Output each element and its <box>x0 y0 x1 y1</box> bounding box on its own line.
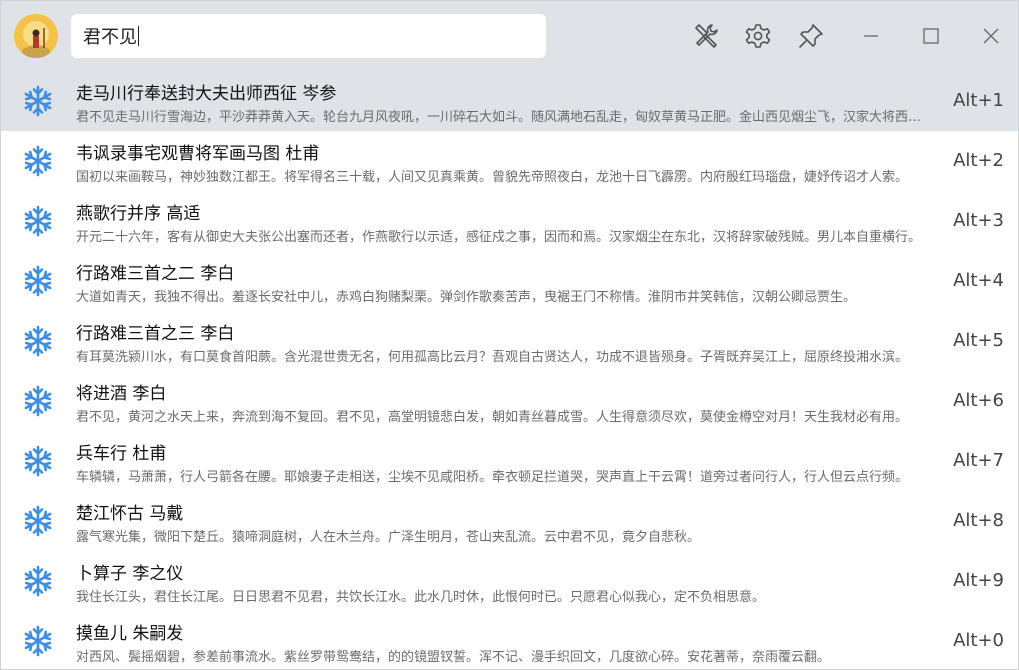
shortcut-label: Alt+2 <box>953 150 1004 171</box>
shortcut-label: Alt+8 <box>953 510 1004 531</box>
header-bar: 君不见 <box>1 1 1018 71</box>
snowflake-icon <box>24 385 52 417</box>
settings-button[interactable] <box>742 20 774 52</box>
poem-title: 行路难三首之三 李白 <box>76 324 235 344</box>
avatar-image <box>14 14 58 58</box>
close-icon <box>983 28 999 44</box>
tools-button[interactable] <box>690 20 722 52</box>
poem-excerpt: 国初以来画鞍马，神妙独数江都王。将军得名三十载，人间又见真乘黄。曾貌先帝照夜白，… <box>76 170 909 185</box>
shortcut-label: Alt+5 <box>953 330 1004 351</box>
poem-excerpt: 露气寒光集，微阳下楚丘。猿啼洞庭树，人在木兰舟。广泽生明月，苍山夹乱流。云中君不… <box>76 530 701 545</box>
poem-title: 摸鱼儿 朱嗣发 <box>76 624 184 644</box>
close-button[interactable] <box>975 20 1007 52</box>
snowflake-icon <box>24 505 52 537</box>
maximize-icon <box>923 28 939 44</box>
shortcut-label: Alt+1 <box>953 90 1004 111</box>
poem-title: 将进酒 李白 <box>76 384 167 404</box>
pin-icon <box>799 24 823 48</box>
results-list: 走马川行奉送封大夫出师西征 岑参 君不见走马川行雪海边，平沙莽莽黄入天。轮台九月… <box>1 71 1018 669</box>
poem-title: 兵车行 杜甫 <box>76 444 167 464</box>
shortcut-label: Alt+7 <box>953 450 1004 471</box>
poem-excerpt: 我住长江头，君住长江尾。日日思君不见君，共饮长江水。此水几时休，此恨何时已。只愿… <box>76 590 766 605</box>
app-window: 君不见 走马川行奉送封大夫出师西征 岑参 君不见走马川行雪海边，平沙莽莽黄入天。… <box>0 0 1019 670</box>
shortcut-label: Alt+4 <box>953 270 1004 291</box>
tools-icon <box>695 24 718 48</box>
poem-excerpt: 开元二十六年，客有从御史大夫张公出塞而还者，作燕歌行以示适，感征戍之事，因而和焉… <box>76 230 922 245</box>
maximize-button[interactable] <box>915 20 947 52</box>
shortcut-label: Alt+0 <box>953 630 1004 651</box>
poem-excerpt: 大道如青天，我独不得出。羞逐长安社中儿，赤鸡白狗赌梨栗。弹剑作歌奏苦声，曳裾王门… <box>76 290 857 305</box>
pin-button[interactable] <box>795 20 827 52</box>
poem-excerpt: 君不见，黄河之水天上来，奔流到海不复回。君不见，高堂明镜悲白发，朝如青丝暮成雪。… <box>76 410 909 425</box>
text-caret <box>138 26 139 46</box>
result-item[interactable]: 行路难三首之三 李白 有耳莫洗颍川水，有口莫食首阳蕨。含光混世贵无名，何用孤高比… <box>1 311 1018 371</box>
search-input-value: 君不见 <box>83 27 137 48</box>
poem-title: 楚江怀古 马戴 <box>76 504 184 524</box>
poem-title: 行路难三首之二 李白 <box>76 264 235 284</box>
poem-excerpt: 有耳莫洗颍川水，有口莫食首阳蕨。含光混世贵无名，何用孤高比云月？吾观自古贤达人，… <box>76 350 909 365</box>
result-item[interactable]: 卜算子 李之仪 我住长江头，君住长江尾。日日思君不见君，共饮长江水。此水几时休，… <box>1 551 1018 611</box>
shortcut-label: Alt+6 <box>953 390 1004 411</box>
snowflake-icon <box>24 445 52 477</box>
minimize-button[interactable] <box>855 20 887 52</box>
snowflake-icon <box>24 625 52 657</box>
shortcut-label: Alt+3 <box>953 210 1004 231</box>
poem-title: 韦讽录事宅观曹将军画马图 杜甫 <box>76 144 320 164</box>
result-item[interactable]: 走马川行奉送封大夫出师西征 岑参 君不见走马川行雪海边，平沙莽莽黄入天。轮台九月… <box>1 71 1018 131</box>
snowflake-icon <box>24 325 52 357</box>
result-item[interactable]: 兵车行 杜甫 车辚辚，马萧萧，行人弓箭各在腰。耶娘妻子走相送，尘埃不见咸阳桥。牵… <box>1 431 1018 491</box>
avatar[interactable] <box>14 14 58 58</box>
result-item[interactable]: 行路难三首之二 李白 大道如青天，我独不得出。羞逐长安社中儿，赤鸡白狗赌梨栗。弹… <box>1 251 1018 311</box>
poem-title: 走马川行奉送封大夫出师西征 岑参 <box>76 84 337 104</box>
poem-title: 燕歌行并序 高适 <box>76 204 201 224</box>
gear-icon <box>745 24 771 48</box>
result-item[interactable]: 摸鱼儿 朱嗣发 对西风、鬓摇烟碧，参差前事流水。紫丝罗带鸳鸯结，的的镜盟钗誓。浑… <box>1 611 1018 669</box>
shortcut-label: Alt+9 <box>953 570 1004 591</box>
minimize-icon <box>864 35 878 37</box>
poem-excerpt: 对西风、鬓摇烟碧，参差前事流水。紫丝罗带鸳鸯结，的的镜盟钗誓。浑不记、漫手织回文… <box>76 650 831 665</box>
poem-title: 卜算子 李之仪 <box>76 564 184 584</box>
poem-excerpt: 君不见走马川行雪海边，平沙莽莽黄入天。轮台九月风夜吼，一川碎石大如斗。随风满地石… <box>76 110 929 125</box>
result-item[interactable]: 燕歌行并序 高适 开元二十六年，客有从御史大夫张公出塞而还者，作燕歌行以示适，感… <box>1 191 1018 251</box>
snowflake-icon <box>24 565 52 597</box>
snowflake-icon <box>24 85 52 117</box>
snowflake-icon <box>24 265 52 297</box>
snowflake-icon <box>24 145 52 177</box>
poem-excerpt: 车辚辚，马萧萧，行人弓箭各在腰。耶娘妻子走相送，尘埃不见咸阳桥。牵衣顿足拦道哭，… <box>76 470 909 485</box>
result-item[interactable]: 韦讽录事宅观曹将军画马图 杜甫 国初以来画鞍马，神妙独数江都王。将军得名三十载，… <box>1 131 1018 191</box>
snowflake-icon <box>24 205 52 237</box>
search-input[interactable]: 君不见 <box>71 14 546 58</box>
result-item[interactable]: 楚江怀古 马戴 露气寒光集，微阳下楚丘。猿啼洞庭树，人在木兰舟。广泽生明月，苍山… <box>1 491 1018 551</box>
result-item[interactable]: 将进酒 李白 君不见，黄河之水天上来，奔流到海不复回。君不见，高堂明镜悲白发，朝… <box>1 371 1018 431</box>
